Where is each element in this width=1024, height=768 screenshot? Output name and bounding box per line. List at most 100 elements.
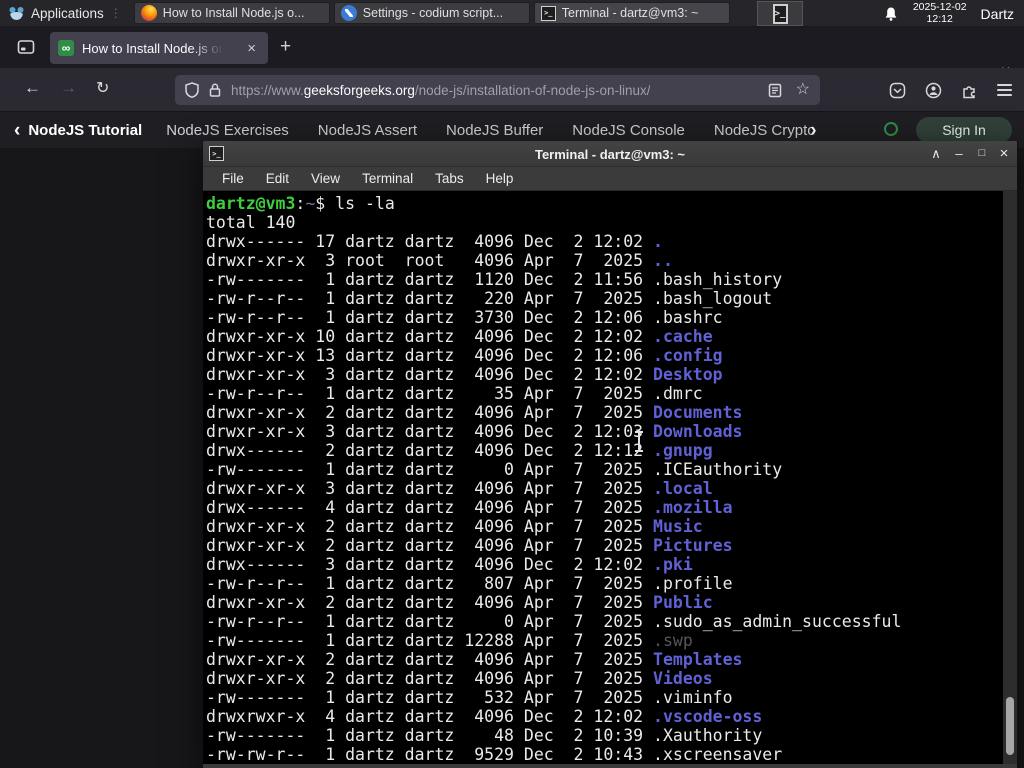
output-total-line: total 140 xyxy=(206,213,296,232)
terminal-line: drwxr-xr-x 2 dartz dartz 4096 Apr 7 2025… xyxy=(206,669,713,688)
mouse-ibeam-cursor xyxy=(633,431,645,452)
window-button-vscodium[interactable]: Settings - codium script... xyxy=(333,2,530,24)
url-domain: geeksforgeeks.org xyxy=(303,82,415,98)
bookmark-star-icon[interactable]: ☆ xyxy=(796,82,810,98)
back-button[interactable]: ← xyxy=(24,78,41,98)
terminal-line: -rw------- 1 dartz dartz 532 Apr 7 2025 … xyxy=(206,688,733,707)
terminal-listing: drwx------ 17 dartz dartz 4096 Dec 2 12:… xyxy=(206,232,999,764)
nav-link[interactable]: NodeJS Crypto xyxy=(714,122,816,139)
applications-menu[interactable]: Applications ⋮ xyxy=(0,0,134,26)
nav-back-chevron[interactable]: ‹ xyxy=(14,121,20,140)
prompt-line: dartz@vm3:~$ ls -la xyxy=(206,194,999,213)
firefox-tab-bar: ∞ How to Install Node.js on × + – □ × xyxy=(0,27,1024,82)
url-bar[interactable]: https://www.geeksforgeeks.org/node-js/in… xyxy=(175,75,820,105)
minimize-button[interactable]: – xyxy=(950,146,968,161)
shade-button[interactable]: ∧ xyxy=(927,146,945,161)
forward-button[interactable]: → xyxy=(60,78,77,98)
tab-close-button[interactable]: × xyxy=(243,39,260,58)
browser-tab[interactable]: ∞ How to Install Node.js on × xyxy=(50,32,268,64)
clock-date: 2025-12-02 xyxy=(912,1,967,13)
close-button[interactable]: × xyxy=(995,146,1013,161)
lock-icon[interactable] xyxy=(208,82,222,98)
terminal-menubar: File Edit View Terminal Tabs Help xyxy=(203,167,1017,191)
menu-item-help[interactable]: Help xyxy=(475,171,525,186)
terminal-line: drwx------ 17 dartz dartz 4096 Dec 2 12:… xyxy=(206,232,663,251)
nav-link[interactable]: NodeJS Buffer xyxy=(446,122,543,139)
terminal-line: -rw-r--r-- 1 dartz dartz 35 Apr 7 2025 .… xyxy=(206,384,703,403)
clock-time: 12:12 xyxy=(926,12,953,25)
terminal-line: drwxr-xr-x 2 dartz dartz 4096 Apr 7 2025… xyxy=(206,517,703,536)
prompt-path: ~ xyxy=(305,194,316,213)
firefox-view-button[interactable] xyxy=(14,36,38,58)
menu-icon[interactable] xyxy=(997,81,1012,99)
scrollbar-thumb[interactable] xyxy=(1006,697,1014,755)
terminal-window: >_ Terminal - dartz@vm3: ~ ∧ – □ × File … xyxy=(202,141,1018,768)
window-button-firefox[interactable]: How to Install Node.js o... xyxy=(133,2,330,24)
nav-forward-chevron[interactable]: › xyxy=(810,121,816,140)
terminal-bottom-border xyxy=(203,764,1017,768)
menu-item-file[interactable]: File xyxy=(211,171,255,186)
reader-mode-icon[interactable] xyxy=(768,83,782,98)
window-button-label: How to Install Node.js o... xyxy=(162,6,305,20)
terminal-line: drwxr-xr-x 2 dartz dartz 4096 Apr 7 2025… xyxy=(206,536,733,555)
menu-item-view[interactable]: View xyxy=(300,171,351,186)
shield-icon[interactable] xyxy=(185,82,199,98)
terminal-line: -rw-rw-r-- 1 dartz dartz 9529 Dec 2 10:4… xyxy=(206,745,783,764)
menu-item-tabs[interactable]: Tabs xyxy=(424,171,475,186)
terminal-line: -rw-r--r-- 1 dartz dartz 3730 Dec 2 12:0… xyxy=(206,308,723,327)
nav-link[interactable]: NodeJS Console xyxy=(572,122,685,139)
pocket-icon[interactable] xyxy=(889,82,906,99)
gfg-nav-links: NodeJS Exercises NodeJS Assert NodeJS Buff… xyxy=(166,122,816,139)
terminal-title: Terminal - dartz@vm3: ~ xyxy=(534,146,686,162)
nav-link[interactable]: NodeJS Assert xyxy=(318,122,417,139)
desktop: Applications ⋮ How to Install Node.js o.… xyxy=(0,0,1024,768)
reload-button[interactable]: ↻ xyxy=(96,78,109,98)
terminal-line: -rw-r--r-- 1 dartz dartz 0 Apr 7 2025 .s… xyxy=(206,612,902,631)
terminal-icon: >_ xyxy=(540,5,556,21)
terminal-line: drwx------ 2 dartz dartz 4096 Dec 2 12:1… xyxy=(206,441,713,460)
new-tab-button[interactable]: + xyxy=(280,37,291,56)
maximize-button[interactable]: □ xyxy=(973,146,991,161)
terminal-line: -rw------- 1 dartz dartz 0 Apr 7 2025 .I… xyxy=(206,460,783,479)
prompt-colon: : xyxy=(295,194,306,213)
firefox-toolbar: ← → ↻ https://www.geeksforgeeks.org/node… xyxy=(0,68,1024,112)
url-text: https://www.geeksforgeeks.org/node-js/in… xyxy=(231,83,650,98)
panel-terminal-launcher[interactable]: >_ xyxy=(757,1,803,26)
notification-bell-icon[interactable] xyxy=(883,6,899,22)
terminal-line: drwxr-xr-x 2 dartz dartz 4096 Apr 7 2025… xyxy=(206,650,743,669)
terminal-line: drwxr-xr-x 2 dartz dartz 4096 Apr 7 2025… xyxy=(206,593,713,612)
terminal-line: drwxr-xr-x 3 root root 4096 Apr 7 2025 .… xyxy=(206,251,673,270)
terminal-line: drwxr-xr-x 13 dartz dartz 4096 Dec 2 12:… xyxy=(206,346,723,365)
nav-link-active[interactable]: NodeJS Tutorial xyxy=(28,122,142,139)
terminal-line: -rw------- 1 dartz dartz 12288 Apr 7 202… xyxy=(206,631,693,650)
clock[interactable]: 2025-12-02 12:12 xyxy=(912,1,967,25)
terminal-icon: >_ xyxy=(772,3,788,24)
window-button-label: Settings - codium script... xyxy=(362,6,504,20)
menu-item-edit[interactable]: Edit xyxy=(255,171,300,186)
terminal-line: drwxr-xr-x 3 dartz dartz 4096 Apr 7 2025… xyxy=(206,479,713,498)
url-scheme: https://www. xyxy=(231,82,304,98)
terminal-scrollbar[interactable] xyxy=(1003,191,1017,768)
applications-icon xyxy=(9,6,24,20)
prompt-dollar: $ xyxy=(315,194,336,213)
terminal-line: drwxr-xr-x 3 dartz dartz 4096 Dec 2 12:0… xyxy=(206,365,723,384)
terminal-line: drwxr-xr-x 10 dartz dartz 4096 Dec 2 12:… xyxy=(206,327,713,346)
terminal-line: drwxrwxr-x 4 dartz dartz 4096 Dec 2 12:0… xyxy=(206,707,763,726)
nav-link[interactable]: NodeJS Exercises xyxy=(166,122,289,139)
terminal-line: -rw------- 1 dartz dartz 48 Dec 2 10:39 … xyxy=(206,726,763,745)
prompt-user-host: dartz@vm3 xyxy=(206,194,296,213)
terminal-line: -rw-r--r-- 1 dartz dartz 220 Apr 7 2025 … xyxy=(206,289,773,308)
sign-in-button[interactable]: Sign In xyxy=(916,117,1012,143)
window-button-terminal[interactable]: >_ Terminal - dartz@vm3: ~ xyxy=(533,2,730,24)
terminal-line: -rw------- 1 dartz dartz 1120 Dec 2 11:5… xyxy=(206,270,783,289)
menu-item-terminal[interactable]: Terminal xyxy=(351,171,424,186)
extensions-icon[interactable] xyxy=(961,82,978,99)
terminal-body[interactable]: dartz@vm3:~$ ls -la total 140 drwx------… xyxy=(203,191,1017,768)
account-icon[interactable] xyxy=(925,82,942,99)
terminal-line: drwxr-xr-x 2 dartz dartz 4096 Apr 7 2025… xyxy=(206,403,743,422)
terminal-titlebar[interactable]: >_ Terminal - dartz@vm3: ~ ∧ – □ × xyxy=(203,141,1017,167)
search-icon[interactable] xyxy=(884,122,898,136)
applications-label: Applications xyxy=(31,5,104,21)
gfg-favicon: ∞ xyxy=(58,40,74,56)
user-menu[interactable]: Dartz xyxy=(981,6,1016,22)
